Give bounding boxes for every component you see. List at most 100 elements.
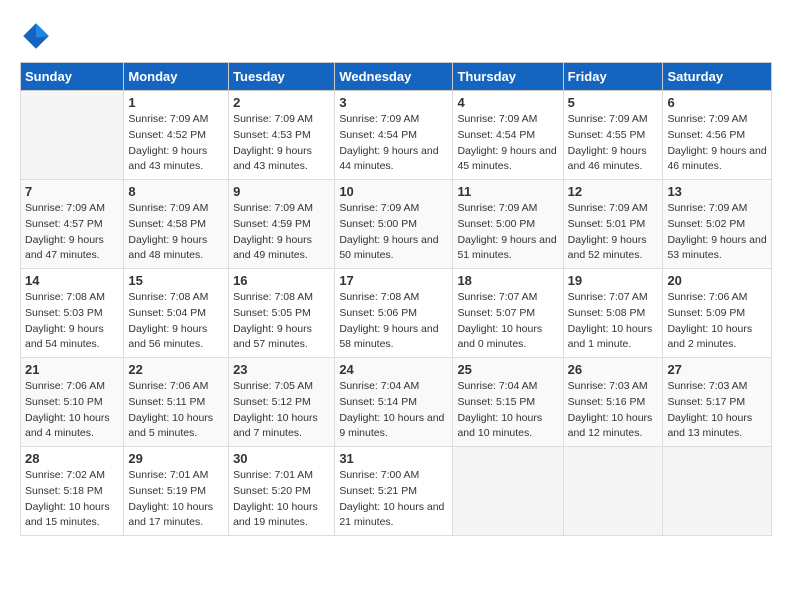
day-number: 23	[233, 362, 330, 377]
day-number: 19	[568, 273, 659, 288]
day-number: 24	[339, 362, 448, 377]
daylight-text: Daylight: 10 hours and 17 minutes.	[128, 501, 213, 529]
sunset-text: Sunset: 4:54 PM	[457, 129, 535, 141]
day-cell: 30 Sunrise: 7:01 AM Sunset: 5:20 PM Dayl…	[229, 447, 335, 536]
day-cell: 6 Sunrise: 7:09 AM Sunset: 4:56 PM Dayli…	[663, 91, 772, 180]
sunrise-text: Sunrise: 7:09 AM	[339, 202, 419, 214]
sunrise-text: Sunrise: 7:07 AM	[457, 291, 537, 303]
day-info: Sunrise: 7:06 AM Sunset: 5:10 PM Dayligh…	[25, 379, 119, 442]
day-info: Sunrise: 7:09 AM Sunset: 4:55 PM Dayligh…	[568, 112, 659, 175]
day-info: Sunrise: 7:08 AM Sunset: 5:03 PM Dayligh…	[25, 290, 119, 353]
day-info: Sunrise: 7:09 AM Sunset: 4:56 PM Dayligh…	[667, 112, 767, 175]
daylight-text: Daylight: 10 hours and 9 minutes.	[339, 412, 444, 440]
sunset-text: Sunset: 5:15 PM	[457, 396, 535, 408]
day-cell: 15 Sunrise: 7:08 AM Sunset: 5:04 PM Dayl…	[124, 269, 229, 358]
day-info: Sunrise: 7:04 AM Sunset: 5:15 PM Dayligh…	[457, 379, 558, 442]
day-cell: 17 Sunrise: 7:08 AM Sunset: 5:06 PM Dayl…	[335, 269, 453, 358]
day-number: 12	[568, 184, 659, 199]
sunset-text: Sunset: 5:11 PM	[128, 396, 205, 408]
day-number: 6	[667, 95, 767, 110]
day-cell: 13 Sunrise: 7:09 AM Sunset: 5:02 PM Dayl…	[663, 180, 772, 269]
sunrise-text: Sunrise: 7:02 AM	[25, 469, 105, 481]
day-cell: 23 Sunrise: 7:05 AM Sunset: 5:12 PM Dayl…	[229, 358, 335, 447]
header-row: SundayMondayTuesdayWednesdayThursdayFrid…	[21, 63, 772, 91]
sunrise-text: Sunrise: 7:06 AM	[128, 380, 208, 392]
sunset-text: Sunset: 4:56 PM	[667, 129, 745, 141]
sunset-text: Sunset: 5:14 PM	[339, 396, 417, 408]
header-cell-saturday: Saturday	[663, 63, 772, 91]
day-info: Sunrise: 7:08 AM Sunset: 5:04 PM Dayligh…	[128, 290, 224, 353]
sunrise-text: Sunrise: 7:06 AM	[25, 380, 105, 392]
day-cell: 5 Sunrise: 7:09 AM Sunset: 4:55 PM Dayli…	[563, 91, 663, 180]
daylight-text: Daylight: 9 hours and 44 minutes.	[339, 145, 438, 173]
day-cell: 28 Sunrise: 7:02 AM Sunset: 5:18 PM Dayl…	[21, 447, 124, 536]
header-cell-wednesday: Wednesday	[335, 63, 453, 91]
day-info: Sunrise: 7:00 AM Sunset: 5:21 PM Dayligh…	[339, 468, 448, 531]
day-cell	[563, 447, 663, 536]
day-number: 16	[233, 273, 330, 288]
sunset-text: Sunset: 5:12 PM	[233, 396, 311, 408]
daylight-text: Daylight: 9 hours and 58 minutes.	[339, 323, 438, 351]
sunrise-text: Sunrise: 7:03 AM	[667, 380, 747, 392]
daylight-text: Daylight: 10 hours and 1 minute.	[568, 323, 653, 351]
sunset-text: Sunset: 4:57 PM	[25, 218, 103, 230]
day-info: Sunrise: 7:09 AM Sunset: 4:57 PM Dayligh…	[25, 201, 119, 264]
daylight-text: Daylight: 9 hours and 52 minutes.	[568, 234, 647, 262]
daylight-text: Daylight: 10 hours and 21 minutes.	[339, 501, 444, 529]
day-info: Sunrise: 7:06 AM Sunset: 5:11 PM Dayligh…	[128, 379, 224, 442]
day-cell: 11 Sunrise: 7:09 AM Sunset: 5:00 PM Dayl…	[453, 180, 563, 269]
sunset-text: Sunset: 4:54 PM	[339, 129, 417, 141]
day-cell: 2 Sunrise: 7:09 AM Sunset: 4:53 PM Dayli…	[229, 91, 335, 180]
day-info: Sunrise: 7:08 AM Sunset: 5:05 PM Dayligh…	[233, 290, 330, 353]
sunrise-text: Sunrise: 7:09 AM	[128, 202, 208, 214]
day-info: Sunrise: 7:09 AM Sunset: 5:01 PM Dayligh…	[568, 201, 659, 264]
daylight-text: Daylight: 9 hours and 51 minutes.	[457, 234, 556, 262]
sunset-text: Sunset: 5:20 PM	[233, 485, 311, 497]
header-cell-thursday: Thursday	[453, 63, 563, 91]
day-number: 4	[457, 95, 558, 110]
daylight-text: Daylight: 10 hours and 12 minutes.	[568, 412, 653, 440]
day-number: 7	[25, 184, 119, 199]
day-cell: 7 Sunrise: 7:09 AM Sunset: 4:57 PM Dayli…	[21, 180, 124, 269]
week-row-4: 21 Sunrise: 7:06 AM Sunset: 5:10 PM Dayl…	[21, 358, 772, 447]
daylight-text: Daylight: 9 hours and 53 minutes.	[667, 234, 766, 262]
sunset-text: Sunset: 4:59 PM	[233, 218, 311, 230]
day-cell: 31 Sunrise: 7:00 AM Sunset: 5:21 PM Dayl…	[335, 447, 453, 536]
day-info: Sunrise: 7:09 AM Sunset: 4:54 PM Dayligh…	[339, 112, 448, 175]
header-cell-friday: Friday	[563, 63, 663, 91]
sunrise-text: Sunrise: 7:09 AM	[25, 202, 105, 214]
day-info: Sunrise: 7:09 AM Sunset: 4:58 PM Dayligh…	[128, 201, 224, 264]
logo	[20, 20, 58, 52]
sunrise-text: Sunrise: 7:09 AM	[568, 113, 648, 125]
day-number: 13	[667, 184, 767, 199]
day-number: 9	[233, 184, 330, 199]
day-number: 10	[339, 184, 448, 199]
day-cell	[663, 447, 772, 536]
day-cell: 10 Sunrise: 7:09 AM Sunset: 5:00 PM Dayl…	[335, 180, 453, 269]
sunset-text: Sunset: 5:21 PM	[339, 485, 417, 497]
day-info: Sunrise: 7:09 AM Sunset: 4:54 PM Dayligh…	[457, 112, 558, 175]
daylight-text: Daylight: 10 hours and 19 minutes.	[233, 501, 318, 529]
day-cell: 26 Sunrise: 7:03 AM Sunset: 5:16 PM Dayl…	[563, 358, 663, 447]
day-number: 15	[128, 273, 224, 288]
sunrise-text: Sunrise: 7:09 AM	[568, 202, 648, 214]
day-number: 25	[457, 362, 558, 377]
day-cell: 9 Sunrise: 7:09 AM Sunset: 4:59 PM Dayli…	[229, 180, 335, 269]
sunrise-text: Sunrise: 7:09 AM	[233, 113, 313, 125]
daylight-text: Daylight: 9 hours and 49 minutes.	[233, 234, 312, 262]
day-cell: 20 Sunrise: 7:06 AM Sunset: 5:09 PM Dayl…	[663, 269, 772, 358]
sunset-text: Sunset: 5:10 PM	[25, 396, 103, 408]
day-number: 8	[128, 184, 224, 199]
sunrise-text: Sunrise: 7:01 AM	[233, 469, 313, 481]
sunset-text: Sunset: 5:07 PM	[457, 307, 535, 319]
sunset-text: Sunset: 5:16 PM	[568, 396, 646, 408]
header-cell-monday: Monday	[124, 63, 229, 91]
sunset-text: Sunset: 5:17 PM	[667, 396, 745, 408]
day-cell: 19 Sunrise: 7:07 AM Sunset: 5:08 PM Dayl…	[563, 269, 663, 358]
day-number: 3	[339, 95, 448, 110]
sunset-text: Sunset: 5:05 PM	[233, 307, 311, 319]
day-number: 27	[667, 362, 767, 377]
week-row-5: 28 Sunrise: 7:02 AM Sunset: 5:18 PM Dayl…	[21, 447, 772, 536]
daylight-text: Daylight: 9 hours and 43 minutes.	[233, 145, 312, 173]
daylight-text: Daylight: 9 hours and 48 minutes.	[128, 234, 207, 262]
